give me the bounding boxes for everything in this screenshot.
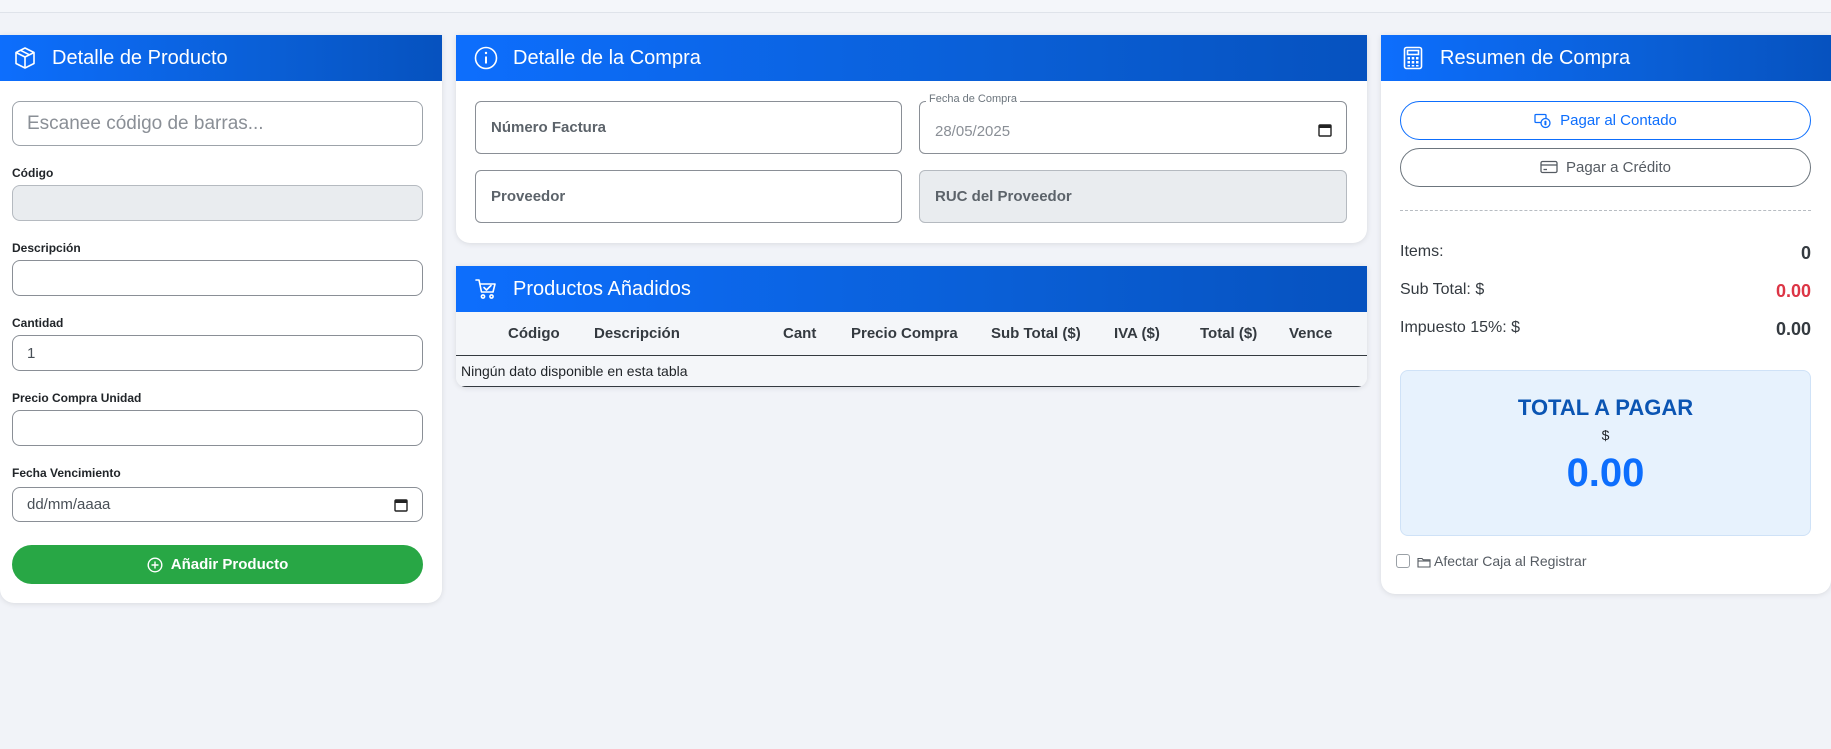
folder-icon [1417,555,1431,568]
barcode-scan-placeholder: Escanee código de barras... [27,112,264,134]
supplier-ruc-field: RUC del Proveedor [919,170,1347,223]
added-products-title: Productos Añadidos [513,277,691,300]
description-label: Descripción [12,241,81,255]
quantity-label: Cantidad [12,316,64,330]
description-field[interactable] [12,260,423,296]
code-label: Código [12,166,54,180]
unit-price-field[interactable] [12,410,423,446]
add-product-label: Añadir Producto [170,556,289,573]
pay-credit-label: Pagar a Crédito [1565,159,1672,176]
products-table-header: Código Descripción Cant Precio Compra Su… [456,312,1367,356]
col-expiry[interactable]: Vence [1289,325,1332,342]
tax-label: Impuesto 15%: $ [1400,319,1521,336]
col-quantity[interactable]: Cant [783,325,816,342]
quantity-field[interactable]: 1 [12,335,423,371]
expiry-label: Fecha Vencimiento [12,466,121,480]
items-row: Items: 0 [1400,243,1811,263]
tax-value: 0.00 [1775,319,1811,339]
total-to-pay-box: TOTAL A PAGAR $ 0.00 [1400,370,1811,536]
calendar-icon[interactable] [1318,123,1332,137]
add-product-button[interactable]: Añadir Producto [12,545,423,584]
added-products-header: Productos Añadidos [456,266,1367,312]
table-empty-row: Ningún dato disponible en esta tabla [456,356,1367,387]
credit-card-icon [1540,160,1558,176]
table-empty-message: Ningún dato disponible en esta tabla [461,363,688,379]
col-subtotal[interactable]: Sub Total ($) [991,325,1081,342]
col-total[interactable]: Total ($) [1200,325,1257,342]
invoice-number-field[interactable]: Número Factura [475,101,902,154]
invoice-number-label: Número Factura [491,119,607,136]
affect-cash-option: Afectar Caja al Registrar [1396,553,1587,569]
total-amount: 0.00 [1566,451,1645,495]
subtotal-value: 0.00 [1775,281,1811,301]
supplier-label: Proveedor [491,188,566,205]
col-vat[interactable]: IVA ($) [1114,325,1160,342]
total-currency: $ [1601,427,1610,443]
product-detail-card: Detalle de Producto Escanee código de ba… [0,35,442,603]
supplier-ruc-label: RUC del Proveedor [935,188,1072,205]
purchase-detail-header: Detalle de la Compra [456,35,1367,81]
purchase-date-label: Fecha de Compra [926,93,1021,105]
col-description[interactable]: Descripción [594,325,680,342]
added-products-card: Productos Añadidos Código Descripción Ca… [456,266,1367,387]
purchase-summary-title: Resumen de Compra [1440,46,1631,69]
purchase-summary-card: Resumen de Compra Pagar al Contado Pagar… [1381,35,1831,594]
affect-cash-label[interactable]: Afectar Caja al Registrar [1434,553,1587,569]
top-bar [0,0,1831,13]
cart-icon [473,276,499,302]
items-value: 0 [1800,243,1811,263]
product-detail-title: Detalle de Producto [52,46,228,69]
barcode-scan-input[interactable]: Escanee código de barras... [12,101,423,146]
total-to-pay-title: TOTAL A PAGAR [1517,395,1694,420]
pay-cash-button[interactable]: Pagar al Contado [1400,101,1811,140]
items-label: Items: [1400,243,1444,260]
plus-circle-icon [147,556,163,573]
col-purchase-price[interactable]: Precio Compra [851,325,958,342]
code-field [12,185,423,221]
products-table: Código Descripción Cant Precio Compra Su… [456,312,1367,387]
expiry-date-placeholder: dd/mm/aaaa [27,496,111,513]
info-icon [473,45,499,71]
box-icon [12,45,38,71]
pay-credit-button[interactable]: Pagar a Crédito [1400,148,1811,187]
summary-divider [1400,210,1811,211]
purchase-detail-card: Detalle de la Compra Número Factura Fech… [456,35,1367,243]
subtotal-row: Sub Total: $ 0.00 [1400,281,1811,301]
expiry-date-field[interactable]: dd/mm/aaaa [12,487,423,522]
purchase-detail-title: Detalle de la Compra [513,46,701,69]
pay-cash-label: Pagar al Contado [1560,112,1677,129]
cash-icon [1534,113,1552,129]
purchase-date-field[interactable]: Fecha de Compra 28/05/2025 [919,93,1347,154]
subtotal-label: Sub Total: $ [1400,281,1485,298]
quantity-value: 1 [27,344,36,362]
affect-cash-checkbox[interactable] [1396,554,1410,568]
col-code[interactable]: Código [508,325,560,342]
calculator-icon [1400,45,1426,71]
purchase-summary-header: Resumen de Compra [1381,35,1831,81]
product-detail-header: Detalle de Producto [0,35,442,81]
unit-price-label: Precio Compra Unidad [12,391,142,405]
calendar-icon[interactable] [394,498,408,512]
purchase-date-value: 28/05/2025 [935,123,1011,140]
tax-row: Impuesto 15%: $ 0.00 [1400,319,1811,339]
supplier-field[interactable]: Proveedor [475,170,902,223]
